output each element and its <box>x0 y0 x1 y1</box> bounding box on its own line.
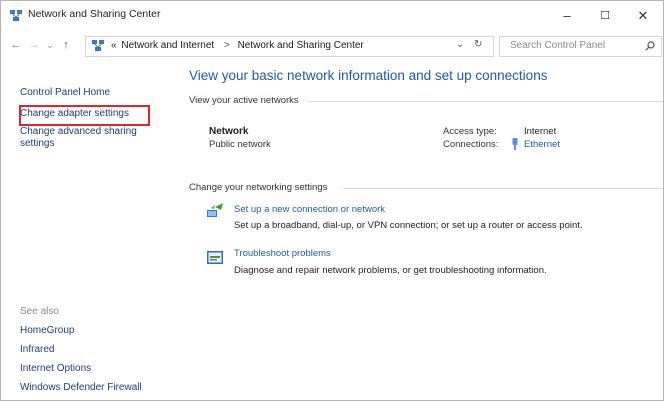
network-center-icon <box>10 10 22 21</box>
back-button[interactable]: ← <box>9 37 23 53</box>
connections-label: Connections: <box>443 139 499 150</box>
highlight-box <box>19 105 150 126</box>
ethernet-link[interactable]: Ethernet <box>524 139 560 150</box>
section-divider <box>343 188 663 189</box>
breadcrumb-overflow[interactable]: « <box>111 40 117 51</box>
search-box[interactable]: Search Control Panel <box>499 36 662 57</box>
network-name: Network <box>209 126 249 137</box>
setup-new-connection-description: Set up a broadband, dial-up, or VPN conn… <box>234 220 583 231</box>
access-type-label: Access type: <box>443 126 497 137</box>
control-panel-home-link[interactable]: Control Panel Home <box>20 87 110 98</box>
window-title: Network and Sharing Center <box>28 8 161 20</box>
breadcrumb-network-and-sharing-center[interactable]: Network and Sharing Center <box>238 40 364 51</box>
main-content: View your basic network information and … <box>181 63 663 400</box>
see-also-heading: See also <box>20 306 59 317</box>
forward-button[interactable]: → <box>27 37 41 53</box>
up-button[interactable]: ↑ <box>59 37 73 53</box>
title-bar: Network and Sharing Center – ☐ ✕ <box>1 1 663 30</box>
page-title: View your basic network information and … <box>189 68 548 83</box>
refresh-icon[interactable]: ↻ <box>474 39 482 50</box>
address-box[interactable]: « Network and Internet > Network and Sha… <box>85 36 494 57</box>
maximize-button[interactable]: ☐ <box>586 1 624 30</box>
window: Network and Sharing Center – ☐ ✕ ← → ⌄ ↑… <box>0 0 664 401</box>
ethernet-icon <box>512 138 518 150</box>
breadcrumb-network-and-internet[interactable]: Network and Internet <box>121 40 214 51</box>
breadcrumb-separator[interactable]: > <box>224 40 230 51</box>
change-settings-heading: Change your networking settings <box>189 182 328 193</box>
address-bar-row: ← → ⌄ ↑ « Network and Internet > Network… <box>1 31 663 61</box>
network-center-icon <box>92 40 104 51</box>
address-dropdown-icon[interactable]: ⌄ <box>456 39 464 50</box>
troubleshoot-icon <box>207 251 223 264</box>
windows-defender-firewall-link[interactable]: Windows Defender Firewall <box>20 382 142 393</box>
minimize-button[interactable]: – <box>548 1 586 30</box>
network-type: Public network <box>209 139 271 150</box>
search-input[interactable]: Search Control Panel <box>510 40 605 51</box>
setup-new-connection-link[interactable]: Set up a new connection or network <box>234 204 385 215</box>
troubleshoot-problems-description: Diagnose and repair network problems, or… <box>234 265 547 276</box>
section-divider <box>308 101 663 102</box>
access-type-value: Internet <box>524 126 557 137</box>
close-button[interactable]: ✕ <box>624 1 662 30</box>
change-advanced-sharing-link[interactable]: Change advanced sharing <box>20 126 137 137</box>
new-connection-icon <box>207 203 223 217</box>
infrared-link[interactable]: Infrared <box>20 344 54 355</box>
internet-options-link[interactable]: Internet Options <box>20 363 91 374</box>
search-icon[interactable] <box>645 41 655 51</box>
troubleshoot-problems-link[interactable]: Troubleshoot problems <box>234 248 331 259</box>
active-networks-heading: View your active networks <box>189 95 299 106</box>
breadcrumb: « Network and Internet > Network and Sha… <box>111 40 366 51</box>
recent-locations-dropdown[interactable]: ⌄ <box>43 37 57 53</box>
homegroup-link[interactable]: HomeGroup <box>20 325 74 336</box>
change-advanced-sharing-link-cont[interactable]: settings <box>20 138 54 149</box>
